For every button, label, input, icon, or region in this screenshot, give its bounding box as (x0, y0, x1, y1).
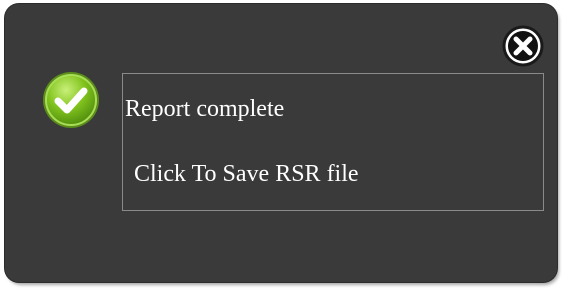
message-box[interactable]: Report complete Click To Save RSR file (122, 73, 544, 211)
close-button[interactable] (501, 24, 545, 68)
report-notification-dialog: Report complete Click To Save RSR file (5, 4, 557, 282)
close-icon (502, 25, 544, 67)
save-rsr-file-link[interactable]: Click To Save RSR file (134, 161, 359, 188)
check-circle-icon (43, 72, 99, 128)
notification-title: Report complete (125, 96, 285, 122)
